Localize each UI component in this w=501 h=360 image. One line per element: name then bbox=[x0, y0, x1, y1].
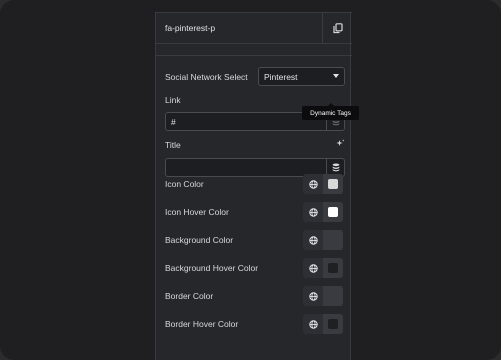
settings-panel: fa-pinterest-p Social Network Select Pin… bbox=[155, 12, 352, 360]
globe-icon bbox=[308, 319, 318, 329]
ai-sparkle-icon[interactable] bbox=[336, 139, 345, 148]
social-network-select[interactable]: Pinterest bbox=[258, 67, 345, 86]
color-label: Background Hover Color bbox=[165, 263, 259, 273]
color-swatch bbox=[328, 319, 338, 329]
social-network-value: Pinterest bbox=[264, 71, 298, 82]
color-row-background-color: Background Color bbox=[156, 230, 352, 250]
globe-icon bbox=[308, 235, 318, 245]
color-row-border-color: Border Color bbox=[156, 286, 352, 306]
color-swatch bbox=[328, 263, 338, 273]
color-label: Icon Hover Color bbox=[165, 207, 229, 217]
dynamic-tags-tooltip: Dynamic Tags bbox=[302, 103, 359, 120]
color-swatch bbox=[328, 235, 338, 245]
globe-icon bbox=[308, 263, 318, 273]
link-label: Link bbox=[165, 95, 181, 105]
color-label: Icon Color bbox=[165, 179, 204, 189]
color-label: Background Color bbox=[165, 235, 234, 245]
link-value: # bbox=[171, 116, 176, 127]
color-picker-button[interactable] bbox=[323, 202, 343, 222]
color-row-icon-hover-color: Icon Hover Color bbox=[156, 202, 352, 222]
color-picker-button[interactable] bbox=[323, 286, 343, 306]
global-colors-button[interactable] bbox=[303, 230, 323, 250]
app-frame: fa-pinterest-p Social Network Select Pin… bbox=[0, 0, 501, 360]
color-picker-button[interactable] bbox=[323, 230, 343, 250]
social-network-label: Social Network Select bbox=[165, 72, 248, 82]
tooltip-arrow bbox=[328, 103, 334, 106]
color-row-border-hover-color: Border Hover Color bbox=[156, 314, 352, 334]
database-icon bbox=[332, 163, 339, 172]
section-divider bbox=[156, 55, 352, 56]
title-label: Title bbox=[165, 140, 181, 150]
color-swatch bbox=[328, 291, 338, 301]
chevron-down-icon bbox=[333, 74, 339, 78]
duplicate-button[interactable] bbox=[322, 12, 352, 44]
globe-icon bbox=[308, 207, 318, 217]
color-picker-button[interactable] bbox=[323, 314, 343, 334]
globe-icon bbox=[308, 291, 318, 301]
global-colors-button[interactable] bbox=[303, 314, 323, 334]
color-swatch bbox=[328, 207, 338, 217]
item-header[interactable]: fa-pinterest-p bbox=[156, 12, 352, 44]
color-label: Border Color bbox=[165, 291, 214, 301]
color-label: Border Hover Color bbox=[165, 319, 239, 329]
color-row-icon-color: Icon Color bbox=[156, 174, 352, 194]
tooltip-text: Dynamic Tags bbox=[310, 109, 351, 117]
global-colors-button[interactable] bbox=[303, 174, 323, 194]
color-swatch bbox=[328, 179, 338, 189]
color-row-background-hover-color: Background Hover Color bbox=[156, 258, 352, 278]
global-colors-button[interactable] bbox=[303, 258, 323, 278]
item-title: fa-pinterest-p bbox=[165, 23, 216, 33]
copy-icon bbox=[332, 22, 343, 33]
color-picker-button[interactable] bbox=[323, 258, 343, 278]
globe-icon bbox=[308, 179, 318, 189]
color-picker-button[interactable] bbox=[323, 174, 343, 194]
global-colors-button[interactable] bbox=[303, 202, 323, 222]
global-colors-button[interactable] bbox=[303, 286, 323, 306]
